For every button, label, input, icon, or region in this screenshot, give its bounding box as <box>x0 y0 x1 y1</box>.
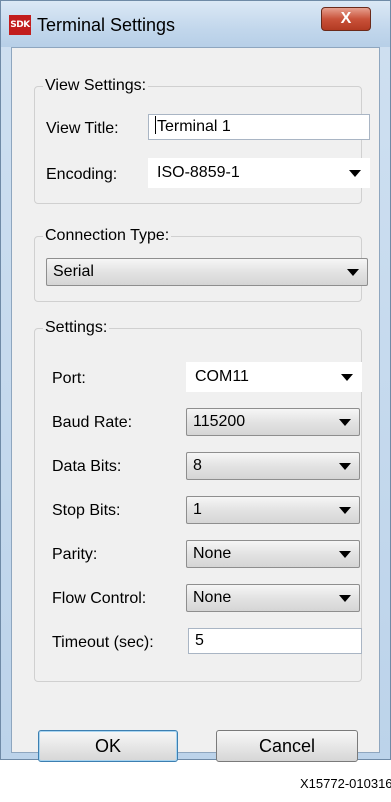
stop-bits-dropdown[interactable]: 1 <box>186 496 360 524</box>
parity-label: Parity: <box>52 546 98 563</box>
timeout-label: Timeout (sec): <box>52 634 154 651</box>
chevron-down-icon <box>339 463 351 470</box>
window-title: Terminal Settings <box>37 15 176 35</box>
connection-type-value: Serial <box>53 263 94 280</box>
timeout-value: 5 <box>195 632 204 649</box>
data-bits-label: Data Bits: <box>52 458 122 475</box>
encoding-dropdown[interactable]: ISO-8859-1 <box>148 158 370 188</box>
chevron-down-icon <box>339 551 351 558</box>
view-title-label: View Title: <box>46 120 119 137</box>
baud-rate-dropdown[interactable]: 115200 <box>186 408 360 436</box>
port-dropdown[interactable]: COM11 <box>186 362 362 392</box>
flow-control-value: None <box>193 589 232 606</box>
settings-label: Settings: <box>43 319 110 337</box>
timeout-input[interactable]: 5 <box>188 628 362 654</box>
text-caret <box>155 116 156 134</box>
sdk-app-icon: SDK <box>9 15 31 35</box>
title-bar[interactable]: SDK Terminal Settings X <box>1 1 390 47</box>
view-settings-label: View Settings: <box>43 77 149 95</box>
close-button[interactable]: X <box>321 7 371 31</box>
stop-bits-value: 1 <box>193 501 202 518</box>
port-label: Port: <box>52 370 86 387</box>
connection-type-dropdown[interactable]: Serial <box>46 258 368 286</box>
stop-bits-label: Stop Bits: <box>52 502 121 519</box>
parity-dropdown[interactable]: None <box>186 540 360 568</box>
ok-button[interactable]: OK <box>38 730 178 762</box>
dialog-client-area: View Settings: View Title: Terminal 1 En… <box>11 47 380 762</box>
cancel-button[interactable]: Cancel <box>216 730 358 762</box>
flow-control-label: Flow Control: <box>52 590 147 607</box>
chevron-down-icon <box>339 507 351 514</box>
chevron-down-icon <box>349 170 361 177</box>
terminal-settings-window: SDK Terminal Settings X View Settings: V… <box>0 0 391 762</box>
view-title-value: Terminal 1 <box>157 118 231 135</box>
data-bits-value: 8 <box>193 457 202 474</box>
baud-rate-label: Baud Rate: <box>52 414 133 431</box>
connection-type-label: Connection Type: <box>43 227 172 245</box>
baud-rate-value: 115200 <box>193 413 246 430</box>
figure-code: X15772-010316 <box>300 776 391 791</box>
chevron-down-icon <box>347 269 359 276</box>
chevron-down-icon <box>341 374 353 381</box>
port-value: COM11 <box>195 368 249 385</box>
chevron-down-icon <box>339 595 351 602</box>
flow-control-dropdown[interactable]: None <box>186 584 360 612</box>
encoding-value: ISO-8859-1 <box>157 164 240 181</box>
encoding-label: Encoding: <box>46 166 118 183</box>
chevron-down-icon <box>339 419 351 426</box>
data-bits-dropdown[interactable]: 8 <box>186 452 360 480</box>
view-title-input[interactable]: Terminal 1 <box>148 114 370 140</box>
parity-value: None <box>193 545 232 562</box>
